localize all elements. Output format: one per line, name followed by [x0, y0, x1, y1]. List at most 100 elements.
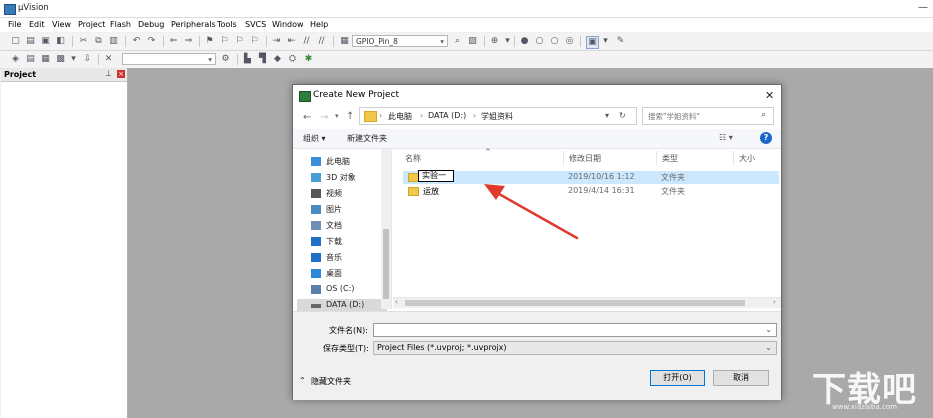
stop-build-icon[interactable]: ✕ — [103, 54, 114, 65]
breakpoint-icon[interactable]: ○ — [534, 36, 545, 47]
column-divider[interactable] — [563, 151, 564, 165]
up-arrow-icon[interactable]: ↑ — [346, 111, 354, 122]
window-layout-icon[interactable]: ▣ — [586, 36, 599, 49]
menu-file[interactable]: File — [8, 20, 21, 29]
nav-item-desktop[interactable]: 桌面 — [297, 267, 387, 281]
scrollbar-thumb[interactable] — [405, 300, 745, 306]
search-box[interactable]: 搜索"学姐资料" ⌕ — [642, 107, 774, 125]
table-row[interactable]: 运放 2019/4/14 16:31 文件夹 — [403, 185, 779, 198]
select-pack-icon[interactable]: ◆ — [272, 54, 283, 65]
nav-item-os-drive[interactable]: OS (C:) — [297, 283, 387, 297]
column-divider[interactable] — [656, 151, 657, 165]
folder-name-edit-input[interactable]: 实验一 — [418, 170, 454, 182]
minimize-icon[interactable]: — — [918, 2, 930, 13]
save-icon[interactable]: ▣ — [40, 36, 51, 47]
breadcrumb-data-drive[interactable]: DATA (D:) — [428, 111, 466, 120]
nav-item-downloads[interactable]: 下载 — [297, 235, 387, 249]
menu-debug[interactable]: Debug — [138, 20, 164, 29]
build-icon[interactable]: ▤ — [25, 54, 36, 65]
save-all-icon[interactable]: ◧ — [55, 36, 66, 47]
open-button[interactable]: 打开(O) — [650, 370, 705, 386]
nav-item-3d-objects[interactable]: 3D 对象 — [297, 171, 387, 185]
bookmark-clear-icon[interactable]: ⚐ — [249, 36, 260, 47]
address-bar[interactable]: › 此电脑 › DATA (D:) › 学姐资料 ▾ ↻ — [359, 107, 637, 125]
translate-icon[interactable]: ◈ — [10, 54, 21, 65]
comment-icon[interactable]: // — [301, 36, 312, 47]
refresh-icon[interactable]: ↻ — [619, 111, 626, 120]
file-extensions-icon[interactable]: ▙ — [242, 54, 253, 65]
manage-components-icon[interactable]: ▜ — [257, 54, 268, 65]
menu-window[interactable]: Window — [272, 20, 304, 29]
menu-svcs[interactable]: SVCS — [245, 20, 266, 29]
nav-item-documents[interactable]: 文档 — [297, 219, 387, 233]
table-row[interactable]: 实验一 2019/10/16 1:12 文件夹 — [403, 170, 779, 184]
download-icon[interactable]: ⇩ — [82, 54, 93, 65]
organize-button[interactable]: 组织 ▾ — [303, 133, 326, 144]
scroll-left-icon[interactable]: ‹ — [395, 298, 398, 306]
zoom-dropdown-icon[interactable]: ▾ — [502, 36, 513, 47]
batch-dropdown-icon[interactable]: ▾ — [68, 54, 79, 65]
new-folder-button[interactable]: 新建文件夹 — [347, 133, 387, 144]
file-list-scrollbar[interactable]: ‹ › — [393, 297, 781, 308]
cut-icon[interactable]: ✂ — [78, 36, 89, 47]
cancel-button[interactable]: 取消 — [713, 370, 769, 386]
hide-folders-toggle[interactable]: 隐藏文件夹 — [311, 376, 351, 387]
nav-back-icon[interactable]: ⇐ — [168, 36, 179, 47]
undo-icon[interactable]: ↶ — [131, 36, 142, 47]
rebuild-icon[interactable]: ▦ — [40, 54, 51, 65]
menu-view[interactable]: View — [52, 20, 71, 29]
zoom-icon[interactable]: ⊕ — [489, 36, 500, 47]
bookmark-prev-icon[interactable]: ⚐ — [219, 36, 230, 47]
filename-input[interactable]: ⌄ — [373, 323, 777, 337]
batch-build-icon[interactable]: ▩ — [55, 54, 66, 65]
help-icon[interactable]: ? — [760, 132, 772, 144]
window-layout-dropdown-icon[interactable]: ▾ — [600, 36, 611, 47]
view-options-icon[interactable]: ☷ ▾ — [719, 133, 733, 142]
nav-item-this-pc[interactable]: 此电脑 — [297, 155, 387, 169]
target-select[interactable]: ▾ — [122, 53, 216, 65]
nav-item-music[interactable]: 音乐 — [297, 251, 387, 265]
copy-icon[interactable]: ⧉ — [93, 36, 104, 47]
forward-arrow-icon[interactable]: → — [320, 112, 328, 123]
run-environment-icon[interactable]: ✱ — [303, 54, 314, 65]
breakpoint-kill-icon[interactable]: ◎ — [564, 36, 575, 47]
new-file-icon[interactable]: ▢ — [10, 36, 21, 47]
dialog-close-icon[interactable]: ✕ — [765, 89, 774, 102]
menu-tools[interactable]: Tools — [217, 20, 237, 29]
unindent-icon[interactable]: ⇤ — [286, 36, 297, 47]
filetype-select[interactable]: Project Files (*.uvproj; *.uvprojx) ⌄ — [373, 341, 777, 355]
uncomment-icon[interactable]: ∕∕ — [316, 36, 327, 47]
open-file-icon[interactable]: ▤ — [25, 36, 36, 47]
pack-installer-icon[interactable]: ⛭ — [287, 54, 298, 65]
menu-edit[interactable]: Edit — [29, 20, 45, 29]
column-name[interactable]: 名称 — [405, 153, 421, 164]
breakpoint-disable-icon[interactable]: ○ — [549, 36, 560, 47]
chevron-down-icon[interactable]: ▾ — [605, 111, 609, 120]
target-options-icon[interactable]: ⚙ — [220, 54, 231, 65]
recent-dropdown-icon[interactable]: ▾ — [335, 112, 339, 120]
menu-peripherals[interactable]: Peripherals — [171, 20, 216, 29]
back-arrow-icon[interactable]: ← — [303, 112, 311, 123]
menu-project[interactable]: Project — [78, 20, 105, 29]
find-in-files-icon[interactable]: ▦ — [339, 36, 350, 47]
bookmark-next-icon[interactable]: ⚐ — [234, 36, 245, 47]
breadcrumb-this-pc[interactable]: 此电脑 — [388, 111, 412, 122]
nav-forward-icon[interactable]: ⇒ — [183, 36, 194, 47]
target-combo[interactable]: GPIO_Pin_8 ▾ — [352, 35, 448, 47]
find-icon[interactable]: ⌕ — [452, 36, 463, 47]
configure-tools-icon[interactable]: ✎ — [615, 36, 626, 47]
breadcrumb-folder[interactable]: 学姐资料 — [481, 111, 513, 122]
menu-help[interactable]: Help — [310, 20, 328, 29]
column-size[interactable]: 大小 — [739, 153, 755, 164]
column-divider[interactable] — [733, 151, 734, 165]
chevron-down-icon[interactable]: ⌄ — [765, 342, 772, 354]
column-date[interactable]: 修改日期 — [569, 153, 601, 164]
nav-pane-scrollbar[interactable] — [381, 149, 391, 309]
bookmark-icon[interactable]: ⚑ — [204, 36, 215, 47]
scroll-right-icon[interactable]: › — [773, 298, 776, 306]
pin-icon[interactable]: ⊥ — [105, 69, 112, 78]
debug-start-icon[interactable]: ● — [519, 36, 530, 47]
chevron-up-icon[interactable]: ⌃ — [299, 376, 306, 385]
scrollbar-thumb[interactable] — [383, 229, 389, 299]
nav-item-videos[interactable]: 视频 — [297, 187, 387, 201]
